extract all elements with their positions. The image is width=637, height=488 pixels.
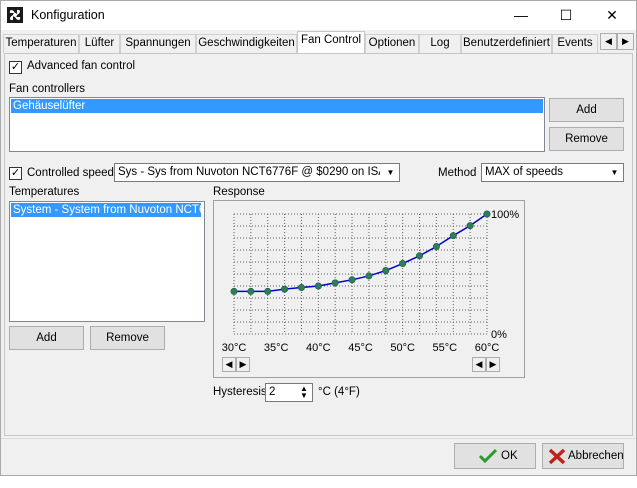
x-min-right-icon[interactable]: ▶: [236, 357, 250, 372]
x-tick-label: 40°C: [306, 342, 331, 354]
tab-geschwindigkeiten[interactable]: Geschwindigkeiten: [196, 34, 297, 53]
tab-optionen[interactable]: Optionen: [365, 34, 419, 53]
app-fan-icon: [7, 7, 23, 23]
y-label-min: 0%: [491, 329, 507, 341]
tab-scroll-left-icon[interactable]: ◀: [600, 33, 617, 50]
add-fan-controller-button[interactable]: Add: [549, 98, 624, 122]
window-title: Konfiguration: [31, 8, 105, 22]
chevron-down-icon: ▼: [386, 168, 395, 177]
advanced-fan-control-checkbox[interactable]: ✓: [9, 61, 22, 74]
cross-icon: [548, 448, 566, 468]
x-max-right-icon[interactable]: ▶: [486, 357, 500, 372]
remove-temperature-button[interactable]: Remove: [90, 326, 165, 350]
tab-log[interactable]: Log: [419, 34, 461, 53]
advanced-fan-control-label: Advanced fan control: [27, 60, 136, 72]
response-label: Response: [213, 186, 265, 198]
curve-point: [382, 267, 390, 275]
checkmark-icon: [478, 448, 498, 467]
hysteresis-label: Hysteresis: [213, 386, 267, 398]
ok-button[interactable]: OK: [454, 443, 536, 469]
tab-fan-control[interactable]: Fan Control: [297, 31, 365, 53]
remove-fan-controller-button[interactable]: Remove: [549, 127, 624, 151]
cancel-label: Abbrechen: [568, 450, 624, 462]
curve-point: [281, 285, 289, 293]
curve-point: [466, 222, 474, 230]
curve-point: [331, 279, 339, 287]
curve-point: [264, 287, 272, 295]
config-window: Konfiguration — ☐ ✕ Temperaturen Lüfter …: [0, 0, 637, 476]
footer-divider: [1, 438, 636, 439]
curve-point: [348, 276, 356, 284]
tab-temperaturen[interactable]: Temperaturen: [3, 34, 79, 53]
x-min-left-icon[interactable]: ◀: [222, 357, 236, 372]
x-tick-label: 55°C: [433, 342, 458, 354]
add-temperature-button[interactable]: Add: [9, 326, 84, 350]
curve-point: [297, 284, 305, 292]
hysteresis-input[interactable]: 2 ▲ ▼: [265, 383, 313, 402]
controlled-speed-value: Sys - Sys from Nuvoton NCT6776F @ $0290 …: [118, 166, 380, 178]
curve-point: [416, 252, 424, 260]
hysteresis-unit: °C (4°F): [318, 386, 360, 398]
x-max-left-icon[interactable]: ◀: [472, 357, 486, 372]
title-bar[interactable]: Konfiguration — ☐ ✕: [1, 1, 636, 30]
close-button[interactable]: ✕: [589, 1, 635, 30]
method-select[interactable]: MAX of speeds ▼: [481, 163, 624, 182]
maximize-button[interactable]: ☐: [543, 1, 589, 30]
minimize-button[interactable]: —: [498, 1, 544, 30]
x-tick-label: 50°C: [390, 342, 415, 354]
fan-controllers-list[interactable]: Gehäuselüfter: [9, 97, 545, 152]
x-tick-label: 60°C: [475, 342, 500, 354]
controlled-speed-checkbox[interactable]: ✓: [9, 167, 22, 180]
tab-strip: Temperaturen Lüfter Spannungen Geschwind…: [1, 30, 636, 53]
hysteresis-value: 2: [269, 386, 276, 398]
curve-point: [247, 287, 255, 295]
temperature-item[interactable]: System - System from Nuvoton NCT6776F: [11, 203, 201, 217]
fan-controllers-label: Fan controllers: [9, 83, 86, 95]
controlled-speed-label: Controlled speed: [27, 167, 114, 179]
method-label: Method: [438, 167, 477, 179]
curve-point: [483, 210, 491, 218]
chevron-down-icon: ▼: [610, 168, 619, 177]
background-strip: [0, 476, 637, 488]
tab-luefter[interactable]: Lüfter: [79, 34, 120, 53]
curve-point: [365, 272, 373, 280]
curve-point: [449, 232, 457, 240]
ok-label: OK: [501, 450, 518, 462]
curve-point: [432, 243, 440, 251]
controlled-speed-select[interactable]: Sys - Sys from Nuvoton NCT6776F @ $0290 …: [114, 163, 400, 182]
spin-arrows-icon[interactable]: ▲ ▼: [297, 385, 311, 400]
curve-point: [399, 260, 407, 268]
x-tick-label: 30°C: [222, 342, 247, 354]
temperatures-list[interactable]: System - System from Nuvoton NCT6776F: [9, 201, 205, 322]
temperatures-label: Temperatures: [9, 186, 80, 198]
tab-spannungen[interactable]: Spannungen: [120, 34, 196, 53]
response-graph-box: 100% 0% 30°C 35°C 40°C 45°C 50°C 55°C 60°C ◀ ▶ ◀…: [213, 200, 525, 378]
response-chart[interactable]: 100% 0% 30°C 35°C 40°C 45°C 50°C 55°C 60°C: [214, 201, 524, 377]
x-tick-label: 45°C: [348, 342, 373, 354]
tab-benutzerdefiniert[interactable]: Benutzerdefiniert: [461, 34, 552, 53]
method-value: MAX of speeds: [485, 166, 563, 178]
tab-events[interactable]: Events: [552, 34, 598, 53]
fan-controller-item[interactable]: Gehäuselüfter: [11, 99, 543, 113]
x-tick-label: 35°C: [264, 342, 289, 354]
y-label-max: 100%: [491, 209, 519, 221]
curve-point: [230, 287, 238, 295]
tab-scroll-right-icon[interactable]: ▶: [617, 33, 634, 50]
curve-point: [314, 282, 322, 290]
cancel-button[interactable]: Abbrechen: [542, 443, 624, 469]
